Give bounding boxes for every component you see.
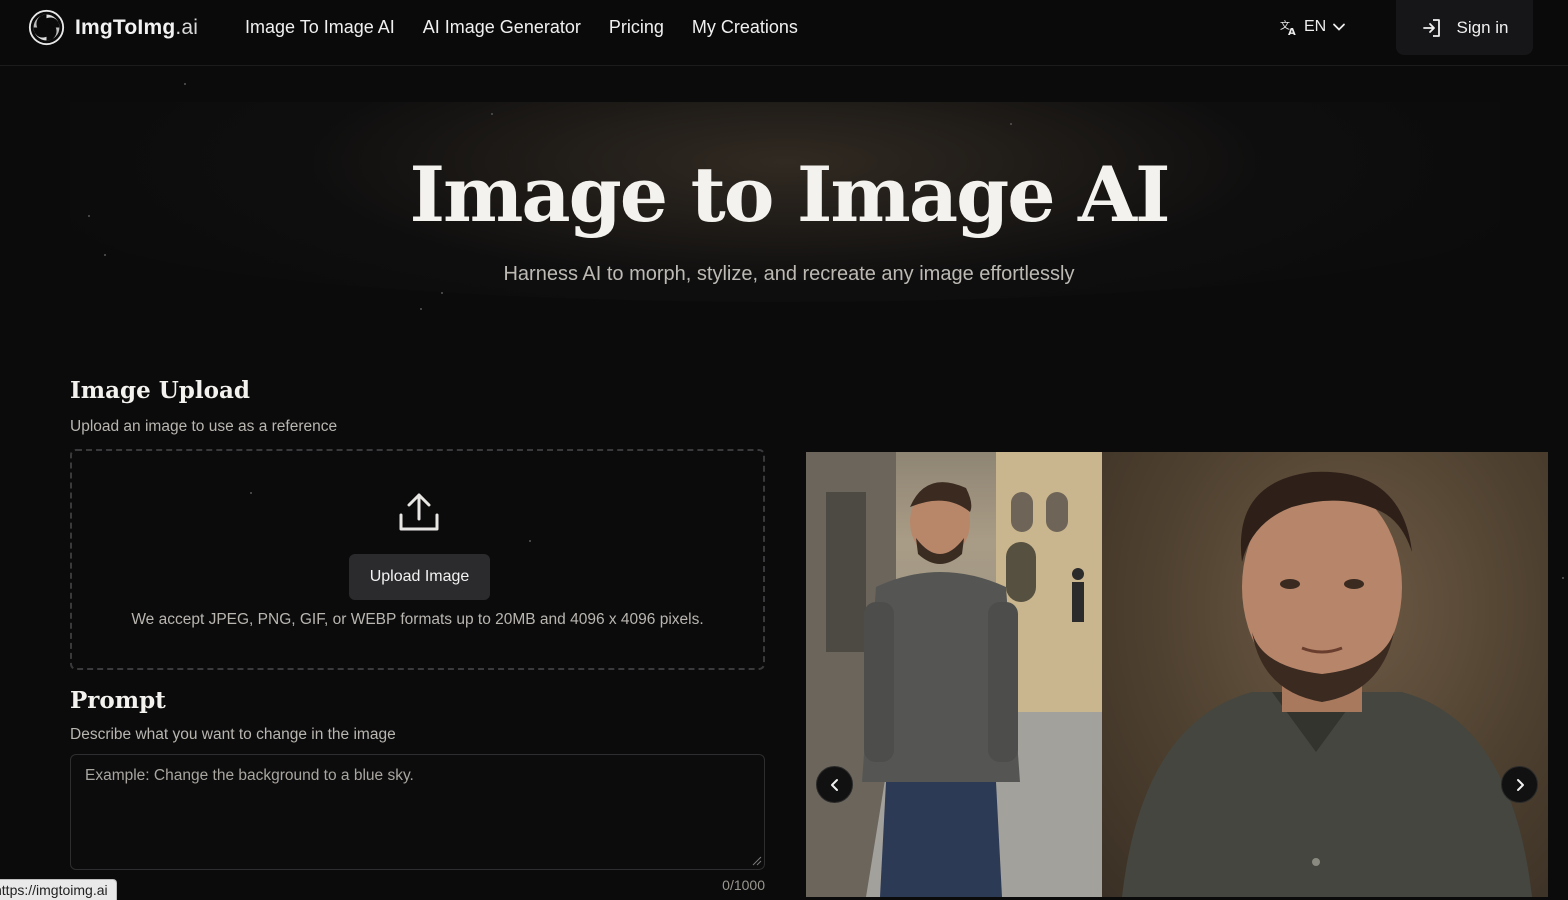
swirl-logo-icon (28, 9, 65, 46)
example-result-photo (1102, 452, 1548, 897)
top-navbar: ImgToImg.ai Image To Image AI AI Image G… (0, 0, 1568, 66)
translate-icon: 文 A (1280, 19, 1296, 36)
star (420, 308, 422, 310)
star (104, 254, 106, 256)
upload-icon (399, 493, 439, 531)
man-street-photo (806, 452, 1102, 897)
upload-image-button[interactable]: Upload Image (349, 554, 490, 600)
upload-dropzone[interactable]: Upload Image We accept JPEG, PNG, GIF, o… (70, 449, 765, 670)
image-upload-description: Upload an image to use as a reference (70, 418, 338, 435)
upload-format-note: We accept JPEG, PNG, GIF, or WEBP format… (131, 611, 704, 628)
hero-subtitle: Harness AI to morph, stylize, and recrea… (503, 263, 1075, 285)
svg-text:A: A (1288, 27, 1296, 36)
chevron-right-icon (1516, 778, 1524, 791)
chevron-left-icon (830, 778, 838, 791)
status-bar-url: https://imgtoimg.ai (0, 879, 117, 900)
chevron-down-icon (1333, 23, 1346, 31)
sign-in-button[interactable]: Sign in (1396, 0, 1533, 55)
prompt-title: Prompt (70, 687, 166, 714)
nav-link-pricing[interactable]: Pricing (609, 17, 664, 38)
nav-link-image-to-image[interactable]: Image To Image AI (245, 17, 395, 38)
main-nav: Image To Image AI AI Image Generator Pri… (245, 17, 798, 38)
carousel-next-button[interactable] (1501, 766, 1538, 803)
image-upload-title: Image Upload (70, 377, 250, 404)
example-source-photo (806, 452, 1102, 897)
nav-link-my-creations[interactable]: My Creations (692, 17, 798, 38)
logo[interactable]: ImgToImg.ai (28, 9, 198, 46)
hero-title: Image to Image AI (409, 150, 1170, 239)
carousel-prev-button[interactable] (816, 766, 853, 803)
prompt-input[interactable] (70, 754, 765, 870)
nav-link-ai-image-generator[interactable]: AI Image Generator (423, 17, 581, 38)
man-portrait-photo (1122, 471, 1532, 897)
language-code: EN (1304, 18, 1327, 35)
logo-text: ImgToImg.ai (75, 15, 199, 39)
star (1562, 577, 1564, 579)
login-icon (1422, 18, 1440, 37)
star (441, 292, 443, 294)
star (184, 83, 186, 85)
example-carousel (806, 452, 1548, 897)
prompt-description: Describe what you want to change in the … (70, 726, 396, 743)
sign-in-label: Sign in (1456, 17, 1509, 37)
resize-handle-icon[interactable] (752, 856, 762, 866)
language-selector[interactable]: 文 A EN (1280, 18, 1346, 36)
character-counter: 0/1000 (722, 877, 765, 893)
